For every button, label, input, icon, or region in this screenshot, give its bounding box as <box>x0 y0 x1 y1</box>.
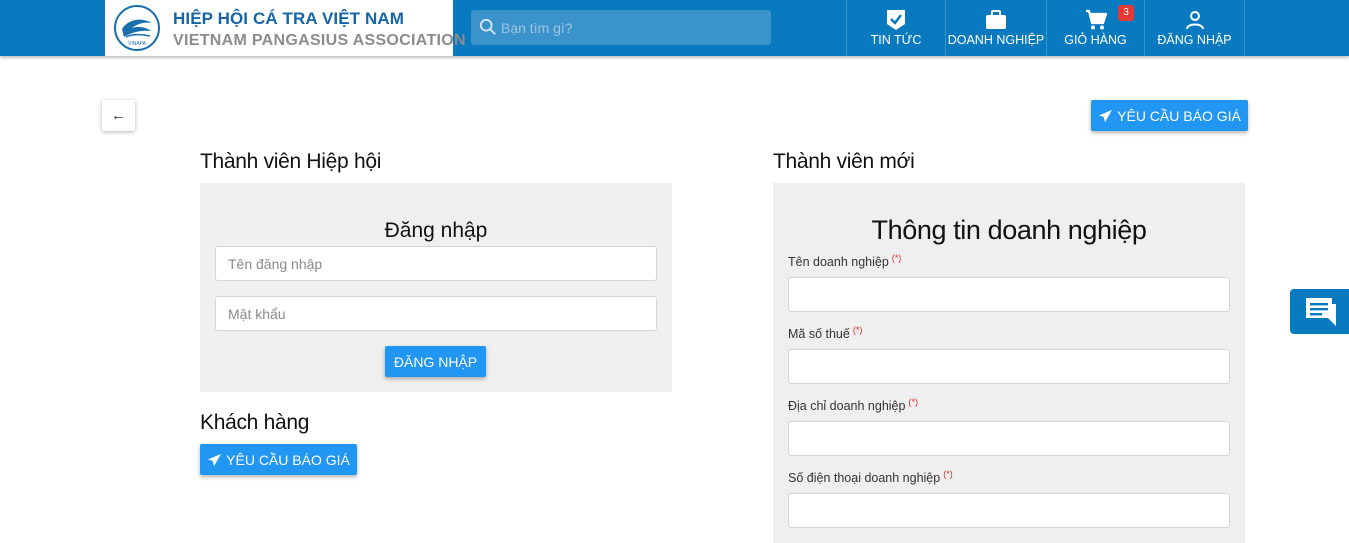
cart-count-badge: 3 <box>1118 5 1134 21</box>
customer-section-title: Khách hàng <box>200 411 310 434</box>
member-login-panel: Đăng nhập ĐĂNG NHẬP <box>200 183 672 392</box>
company-address-input[interactable] <box>788 421 1230 456</box>
back-button[interactable]: ← <box>102 100 135 131</box>
nav-cart-label: GIỎ HÀNG <box>1064 33 1127 47</box>
nav-news[interactable]: TIN TỨC <box>846 0 945 56</box>
vinapa-emblem-icon: VINAPA <box>114 5 160 51</box>
logo-subtitle: VIETNAM PANGASIUS ASSOCIATION <box>173 32 466 49</box>
field-label-text: Mã số thuế <box>788 327 850 341</box>
nav-login[interactable]: ĐĂNG NHẬP <box>1144 0 1245 56</box>
login-heading: Đăng nhập <box>384 219 488 242</box>
chat-button[interactable] <box>1290 289 1349 334</box>
briefcase-icon <box>985 9 1007 31</box>
nav-login-label: ĐĂNG NHẬP <box>1157 33 1232 47</box>
news-check-icon <box>885 9 907 31</box>
search-input[interactable] <box>501 10 766 45</box>
required-mark: (*) <box>908 397 918 407</box>
business-form-heading: Thông tin doanh nghiệp <box>871 215 1147 245</box>
user-icon <box>1184 9 1206 31</box>
new-member-section-title: Thành viên mới <box>773 150 915 173</box>
customer-quote-button[interactable]: YÊU CẦU BÁO GIÁ <box>200 444 357 475</box>
nav-business[interactable]: DOANH NGHIỆP <box>945 0 1046 56</box>
chat-icon <box>1306 297 1336 326</box>
member-section-title: Thành viên Hiệp hội <box>200 150 382 173</box>
company-phone-input[interactable] <box>788 493 1230 528</box>
password-input[interactable] <box>215 296 657 331</box>
nav-business-label: DOANH NGHIỆP <box>947 33 1045 47</box>
main-nav: TIN TỨC DOANH NGHIỆP 3 GIỎ HÀNG ĐĂNG NHẬ… <box>846 0 1245 56</box>
nav-news-label: TIN TỨC <box>870 33 922 47</box>
field-label-tax-code: Mã số thuế (*) <box>788 325 863 341</box>
required-mark: (*) <box>891 253 902 263</box>
field-label-company-name: Tên doanh nghiệp (*) <box>788 253 902 269</box>
customer-quote-label: YÊU CẦU BÁO GIÁ <box>226 451 350 468</box>
required-mark: (*) <box>852 325 863 335</box>
login-submit-button[interactable]: ĐĂNG NHẬP <box>385 346 486 377</box>
send-icon <box>208 453 222 466</box>
emblem-text: VINAPA <box>128 41 147 47</box>
tax-code-input[interactable] <box>788 349 1230 384</box>
field-label-text: Số điện thoại doanh nghiệp <box>788 471 941 485</box>
nav-cart[interactable]: 3 GIỎ HÀNG <box>1046 0 1144 56</box>
cart-icon <box>1085 9 1107 31</box>
business-info-panel: Thông tin doanh nghiệp Tên doanh nghiệp(… <box>773 183 1245 543</box>
company-name-input[interactable] <box>788 277 1230 312</box>
top-header: VINAPA HIỆP HỘI CÁ TRA VIỆT NAM VIETNAM … <box>0 0 1349 56</box>
username-input[interactable] <box>215 246 657 281</box>
site-logo[interactable]: VINAPA HIỆP HỘI CÁ TRA VIỆT NAM VIETNAM … <box>105 0 466 56</box>
request-quote-button[interactable]: YÊU CẦU BÁO GIÁ <box>1091 100 1248 131</box>
search-bar <box>471 10 771 45</box>
field-label-text: Tên doanh nghiệp <box>788 255 889 269</box>
request-quote-label: YÊU CẦU BÁO GIÁ <box>1117 107 1241 124</box>
logo-title: HIỆP HỘI CÁ TRA VIỆT NAM <box>173 9 404 28</box>
field-label-text: Địa chỉ doanh nghiệp <box>788 399 906 413</box>
field-label-company-phone: Số điện thoại doanh nghiệp (*) <box>788 469 953 485</box>
field-label-company-address: Địa chỉ doanh nghiệp (*) <box>788 397 918 413</box>
search-icon[interactable] <box>479 18 497 36</box>
send-icon <box>1099 109 1113 122</box>
required-mark: (*) <box>943 469 953 479</box>
